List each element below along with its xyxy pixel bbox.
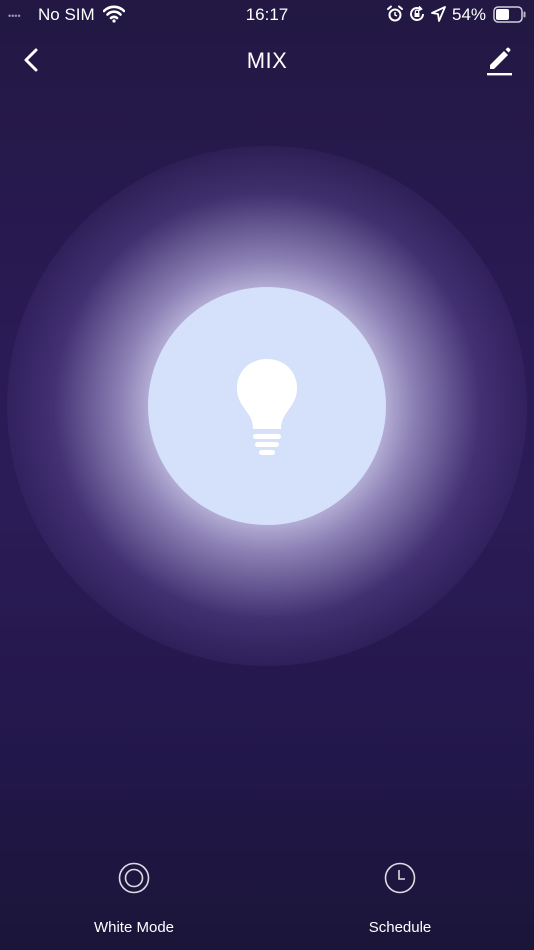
circle-ring-icon <box>118 862 150 899</box>
bottom-toolbar: White Mode Schedule <box>0 850 534 950</box>
navigation-bar: MIX <box>0 38 534 84</box>
alarm-icon <box>386 5 404 28</box>
edit-button[interactable] <box>482 44 518 80</box>
clock-icon <box>384 862 416 899</box>
schedule-label: Schedule <box>368 919 432 936</box>
location-icon <box>431 6 446 27</box>
light-bulb-icon <box>233 357 301 462</box>
pencil-icon <box>487 47 512 76</box>
white-mode-button[interactable]: White Mode <box>54 850 214 945</box>
white-mode-label: White Mode <box>93 919 175 936</box>
light-toggle-button[interactable] <box>148 287 386 525</box>
schedule-button[interactable]: Schedule <box>320 850 480 945</box>
battery-percentage: 54% <box>452 5 487 24</box>
orientation-lock-icon <box>408 5 426 28</box>
status-bar: •••• No SIM 16:17 54% <box>0 0 534 30</box>
battery-icon <box>493 6 527 28</box>
page-title: MIX <box>246 48 288 73</box>
